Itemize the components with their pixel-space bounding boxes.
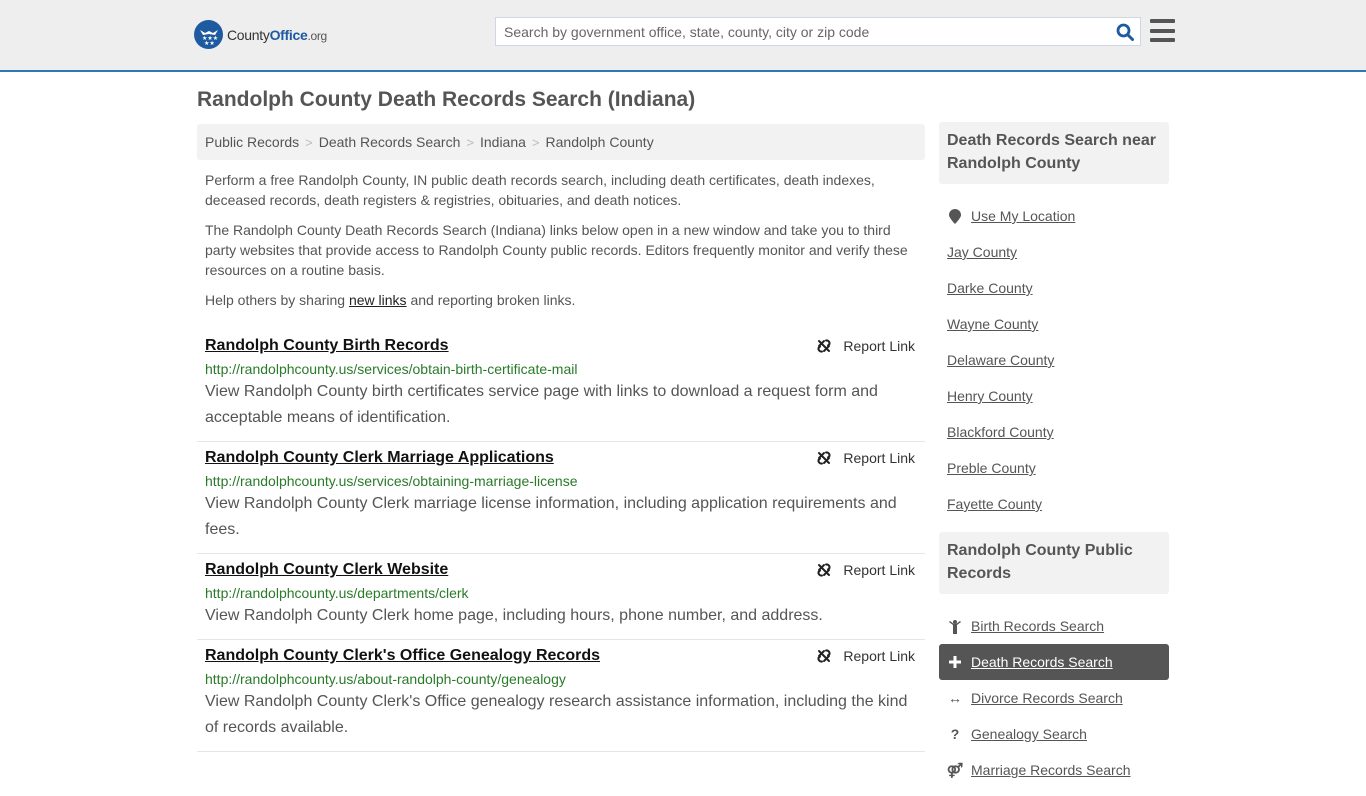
death-records-search-link[interactable]: Death Records Search <box>971 654 1113 670</box>
marriage-records-search-link[interactable]: Marriage Records Search <box>971 762 1131 778</box>
result-item: Randolph County Clerk's Office Genealogy… <box>197 640 925 752</box>
search-button[interactable] <box>1110 18 1140 45</box>
map-marker-icon <box>947 208 963 224</box>
svg-text:★★: ★★ <box>204 40 215 46</box>
broken-link-icon <box>817 339 831 353</box>
use-my-location-item[interactable]: Use My Location <box>939 198 1169 234</box>
result-title-link[interactable]: Randolph County Birth Records <box>205 336 449 356</box>
nearby-county-item[interactable]: Fayette County <box>939 486 1169 522</box>
nearby-county-item[interactable]: Henry County <box>939 378 1169 414</box>
sidebar-item-genealogy[interactable]: ? Genealogy Search <box>939 716 1169 752</box>
nearby-county-item[interactable]: Wayne County <box>939 306 1169 342</box>
county-link-fayette[interactable]: Fayette County <box>947 496 1042 512</box>
county-link-delaware[interactable]: Delaware County <box>947 352 1054 368</box>
nearby-county-item[interactable]: Preble County <box>939 450 1169 486</box>
question-icon: ? <box>950 726 960 742</box>
result-description: View Randolph County Clerk home page, in… <box>205 607 823 624</box>
county-link-henry[interactable]: Henry County <box>947 388 1033 404</box>
intro-paragraph: The Randolph County Death Records Search… <box>205 222 908 278</box>
result-item: Randolph County Clerk Marriage Applicati… <box>197 442 925 554</box>
result-title-link[interactable]: Randolph County Clerk Website <box>205 560 448 580</box>
hamburger-bar <box>1150 38 1175 42</box>
result-url: http://randolphcounty.us/departments/cle… <box>205 585 469 601</box>
nearby-county-list: Use My Location Jay County Darke County … <box>939 184 1169 530</box>
menu-button[interactable] <box>1150 19 1175 42</box>
new-links-link[interactable]: new links <box>349 292 407 308</box>
intro-text: Perform a free Randolph County, IN publi… <box>197 170 925 310</box>
sidebar: Death Records Search near Randolph Count… <box>939 122 1169 796</box>
breadcrumb-indiana[interactable]: Indiana <box>480 134 526 150</box>
result-title-link[interactable]: Randolph County Clerk's Office Genealogy… <box>205 646 600 666</box>
logo-eagle-icon: ★★★ ★★ <box>194 20 223 49</box>
result-url: http://randolphcounty.us/services/obtain… <box>205 361 578 377</box>
breadcrumb-randolph-county[interactable]: Randolph County <box>546 134 654 150</box>
intro-paragraph: Perform a free Randolph County, IN publi… <box>205 172 875 208</box>
results-list: Randolph County Birth Records Report Lin… <box>197 330 925 752</box>
broken-link-icon <box>817 451 831 465</box>
site-logo[interactable]: ★★★ ★★ CountyOffice.org <box>194 20 327 49</box>
nearby-county-item[interactable]: Delaware County <box>939 342 1169 378</box>
result-item: Randolph County Clerk Website Report Lin… <box>197 554 925 640</box>
hamburger-bar <box>1150 19 1175 23</box>
nearby-county-item[interactable]: Darke County <box>939 270 1169 306</box>
main-content: Public Records > Death Records Search > … <box>197 124 925 752</box>
public-records-list: Birth Records Search Death Records Searc… <box>939 594 1169 796</box>
sidebar-item-birth-records[interactable]: Birth Records Search <box>939 608 1169 644</box>
page-title: Randolph County Death Records Search (In… <box>197 88 696 111</box>
nearby-heading: Death Records Search near Randolph Count… <box>939 122 1169 184</box>
broken-link-icon <box>817 563 831 577</box>
hamburger-bar <box>1150 28 1175 33</box>
report-link-button[interactable]: Report Link <box>816 338 915 354</box>
genealogy-search-link[interactable]: Genealogy Search <box>971 726 1087 742</box>
result-title-link[interactable]: Randolph County Clerk Marriage Applicati… <box>205 448 554 468</box>
result-url: http://randolphcounty.us/services/obtain… <box>205 473 578 489</box>
nearby-county-item[interactable]: Jay County <box>939 234 1169 270</box>
search-input[interactable] <box>496 18 1110 45</box>
result-description: View Randolph County Clerk marriage lice… <box>205 495 897 538</box>
site-header: ★★★ ★★ CountyOffice.org <box>0 0 1366 72</box>
report-link-button[interactable]: Report Link <box>816 450 915 466</box>
plus-icon <box>947 656 963 668</box>
breadcrumb: Public Records > Death Records Search > … <box>197 124 925 160</box>
public-records-heading: Randolph County Public Records <box>939 532 1169 594</box>
result-url: http://randolphcounty.us/about-randolph-… <box>205 671 566 687</box>
use-my-location-link[interactable]: Use My Location <box>971 208 1075 224</box>
search-box <box>495 17 1141 46</box>
breadcrumb-separator: > <box>466 134 474 150</box>
venus-mars-icon: ⚤ <box>946 761 964 778</box>
logo-wordmark: CountyOffice.org <box>227 26 327 43</box>
child-icon <box>947 619 963 634</box>
county-link-darke[interactable]: Darke County <box>947 280 1033 296</box>
result-description: View Randolph County birth certificates … <box>205 383 878 426</box>
share-links-paragraph: Help others by sharing new links and rep… <box>205 292 576 308</box>
county-link-blackford[interactable]: Blackford County <box>947 424 1054 440</box>
birth-records-search-link[interactable]: Birth Records Search <box>971 618 1104 634</box>
broken-link-icon <box>817 649 831 663</box>
county-link-wayne[interactable]: Wayne County <box>947 316 1038 332</box>
breadcrumb-separator: > <box>305 134 313 150</box>
report-link-button[interactable]: Report Link <box>816 562 915 578</box>
breadcrumb-public-records[interactable]: Public Records <box>205 134 299 150</box>
result-description: View Randolph County Clerk's Office gene… <box>205 693 908 736</box>
sidebar-item-divorce-records[interactable]: ↔ Divorce Records Search <box>939 680 1169 716</box>
report-link-button[interactable]: Report Link <box>816 648 915 664</box>
result-item: Randolph County Birth Records Report Lin… <box>197 330 925 442</box>
county-link-preble[interactable]: Preble County <box>947 460 1036 476</box>
breadcrumb-separator: > <box>531 134 540 150</box>
divorce-records-search-link[interactable]: Divorce Records Search <box>971 690 1123 706</box>
breadcrumb-death-records-search[interactable]: Death Records Search <box>319 134 461 150</box>
arrows-horizontal-icon: ↔ <box>948 690 962 706</box>
sidebar-item-marriage-records[interactable]: ⚤ Marriage Records Search <box>939 752 1169 788</box>
search-icon <box>1116 23 1134 41</box>
county-link-jay[interactable]: Jay County <box>947 244 1017 260</box>
sidebar-item-death-records[interactable]: Death Records Search <box>939 644 1169 680</box>
nearby-county-item[interactable]: Blackford County <box>939 414 1169 450</box>
